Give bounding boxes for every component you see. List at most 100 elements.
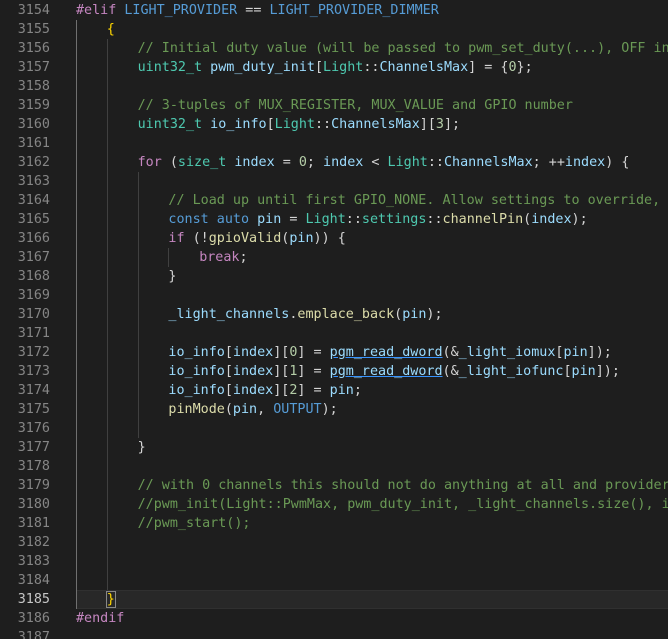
line-highlight bbox=[76, 419, 668, 438]
code-text[interactable]: { bbox=[107, 20, 115, 39]
code-editor[interactable]: 3154 #elif LIGHT_PROVIDER == LIGHT_PROVID… bbox=[0, 0, 668, 639]
code-line[interactable]: 3180 //pwm_init(Light::PwmMax, pwm_duty_i… bbox=[0, 495, 668, 514]
code-line[interactable]: 3184 bbox=[0, 571, 668, 590]
code-token: ); bbox=[571, 212, 588, 227]
code-line[interactable]: 3165 const auto pin = Light::settings::ch… bbox=[0, 210, 668, 229]
indent-guide bbox=[76, 115, 77, 134]
code-line[interactable]: 3173 io_info[index][1] = pgm_read_dword(&… bbox=[0, 362, 668, 381]
code-line[interactable]: 3182 bbox=[0, 533, 668, 552]
code-line[interactable]: 3154 #elif LIGHT_PROVIDER == LIGHT_PROVID… bbox=[0, 1, 668, 20]
code-text[interactable]: uint32_t io_info[Light::ChannelsMax][3]; bbox=[138, 115, 461, 134]
indent-guide bbox=[76, 590, 77, 609]
code-text[interactable]: } bbox=[138, 438, 146, 457]
line-number: 3173 bbox=[17, 364, 50, 379]
code-token: :: bbox=[345, 212, 362, 227]
line-highlight bbox=[76, 609, 668, 628]
code-text[interactable]: io_info[index][1] = pgm_read_dword(&_lig… bbox=[168, 362, 620, 381]
indent-guide bbox=[76, 229, 77, 248]
code-token: settings bbox=[361, 212, 427, 227]
code-text[interactable]: // Initial duty value (will be passed to… bbox=[138, 39, 668, 58]
code-text[interactable]: for (size_t index = 0; index < Light::Ch… bbox=[138, 153, 630, 172]
code-line[interactable]: 3170 _light_channels.emplace_back(pin); bbox=[0, 305, 668, 324]
code-text[interactable]: #endif bbox=[76, 609, 124, 628]
code-token: uint32_t bbox=[137, 117, 203, 132]
code-token: index bbox=[564, 155, 606, 170]
code-line[interactable]: 3162 for (size_t index = 0; index < Light… bbox=[0, 153, 668, 172]
indent-guide bbox=[76, 286, 77, 305]
line-highlight bbox=[76, 267, 668, 286]
code-text[interactable]: io_info[index][0] = pgm_read_dword(&_lig… bbox=[168, 343, 611, 362]
code-line[interactable]: 3181 //pwm_start(); bbox=[0, 514, 668, 533]
code-text[interactable]: _light_channels.emplace_back(pin); bbox=[168, 305, 442, 324]
code-text[interactable]: io_info[index][2] = pin; bbox=[168, 381, 362, 400]
code-text[interactable]: if (!gpioValid(pin)) { bbox=[168, 229, 345, 248]
code-line[interactable]: 3163 bbox=[0, 172, 668, 191]
code-token: } bbox=[105, 591, 116, 608]
indent-guide bbox=[106, 39, 108, 58]
code-line[interactable]: 3155 { bbox=[0, 20, 668, 39]
code-line[interactable]: 3157 uint32_t pwm_duty_init[Light::Channe… bbox=[0, 58, 668, 77]
code-token: io_info bbox=[168, 383, 225, 398]
indent-guide bbox=[76, 20, 77, 39]
code-line[interactable]: 3177} bbox=[0, 438, 668, 457]
code-token: 3 bbox=[435, 117, 444, 132]
code-token: ]); bbox=[587, 345, 612, 360]
code-token: #elif bbox=[76, 3, 125, 18]
code-line[interactable]: 3169 bbox=[0, 286, 668, 305]
code-token: ( bbox=[523, 212, 532, 227]
code-line[interactable]: 3175 pinMode(pin, OUTPUT); bbox=[0, 400, 668, 419]
code-text[interactable]: break; bbox=[199, 248, 247, 267]
code-text[interactable]: pinMode(pin, OUTPUT); bbox=[168, 400, 337, 419]
code-token: ]; bbox=[443, 117, 461, 132]
code-line[interactable]: 3183 bbox=[0, 552, 668, 571]
code-text[interactable]: // 3-tuples of MUX_REGISTER, MUX_VALUE a… bbox=[138, 96, 573, 115]
code-line[interactable]: 3185} bbox=[0, 590, 668, 609]
code-text[interactable]: } bbox=[105, 590, 116, 609]
code-line[interactable]: 3166 if (!gpioValid(pin)) { bbox=[0, 229, 668, 248]
code-text[interactable]: //pwm_start(); bbox=[138, 514, 251, 533]
code-token: _light_iomux bbox=[458, 345, 556, 360]
code-token: size_t bbox=[177, 155, 227, 170]
code-token: ] = bbox=[297, 364, 330, 379]
code-token: = bbox=[274, 155, 299, 170]
line-highlight bbox=[76, 172, 668, 191]
code-text[interactable]: // Load up until first GPIO_NONE. Allow … bbox=[168, 191, 668, 210]
code-token: index bbox=[232, 345, 274, 360]
code-line[interactable]: 3187 bbox=[0, 628, 668, 639]
code-line[interactable]: 3161 bbox=[0, 134, 668, 153]
code-line[interactable]: 3168} bbox=[0, 267, 668, 286]
code-text[interactable]: // with 0 channels this should not do an… bbox=[138, 476, 668, 495]
code-line[interactable]: 3179 // with 0 channels this should not d… bbox=[0, 476, 668, 495]
code-text[interactable]: const auto pin = Light::settings::channe… bbox=[168, 210, 587, 229]
code-text[interactable]: #elif LIGHT_PROVIDER == LIGHT_PROVIDER_D… bbox=[76, 1, 439, 20]
line-number: 3177 bbox=[17, 440, 50, 455]
code-token: OUTPUT bbox=[273, 402, 322, 417]
line-highlight bbox=[76, 248, 668, 267]
code-text[interactable]: uint32_t pwm_duty_init[Light::ChannelsMa… bbox=[138, 58, 533, 77]
code-line[interactable]: 3174 io_info[index][2] = pin; bbox=[0, 381, 668, 400]
indent-guide bbox=[137, 191, 139, 210]
code-line[interactable]: 3164 // Load up until first GPIO_NONE. Al… bbox=[0, 191, 668, 210]
indent-guide bbox=[106, 305, 108, 324]
code-line[interactable]: 3186 #endif bbox=[0, 609, 668, 628]
indent-guide bbox=[106, 229, 108, 248]
code-line[interactable]: 3159 // 3-tuples of MUX_REGISTER, MUX_VAL… bbox=[0, 96, 668, 115]
code-token: io_info bbox=[168, 364, 225, 379]
indent-guide bbox=[106, 495, 108, 514]
indent-guide bbox=[76, 191, 77, 210]
code-text[interactable]: //pwm_init(Light::PwmMax, pwm_duty_init,… bbox=[138, 495, 668, 514]
code-line[interactable]: 3158 bbox=[0, 77, 668, 96]
code-line[interactable]: 3176 bbox=[0, 419, 668, 438]
code-line[interactable]: 3171 bbox=[0, 324, 668, 343]
code-line[interactable]: 3172 io_info[index][0] = pgm_read_dword(&… bbox=[0, 343, 668, 362]
code-text[interactable]: } bbox=[168, 267, 176, 286]
code-line[interactable]: 3156 // Initial duty value (will be passe… bbox=[0, 39, 668, 58]
code-token: ) { bbox=[605, 155, 630, 170]
code-line[interactable]: 3160 uint32_t io_info[Light::ChannelsMax]… bbox=[0, 115, 668, 134]
line-highlight bbox=[76, 438, 668, 457]
code-line[interactable]: 3178 bbox=[0, 457, 668, 476]
code-line[interactable]: 3167 break; bbox=[0, 248, 668, 267]
indent-guide bbox=[137, 172, 139, 191]
